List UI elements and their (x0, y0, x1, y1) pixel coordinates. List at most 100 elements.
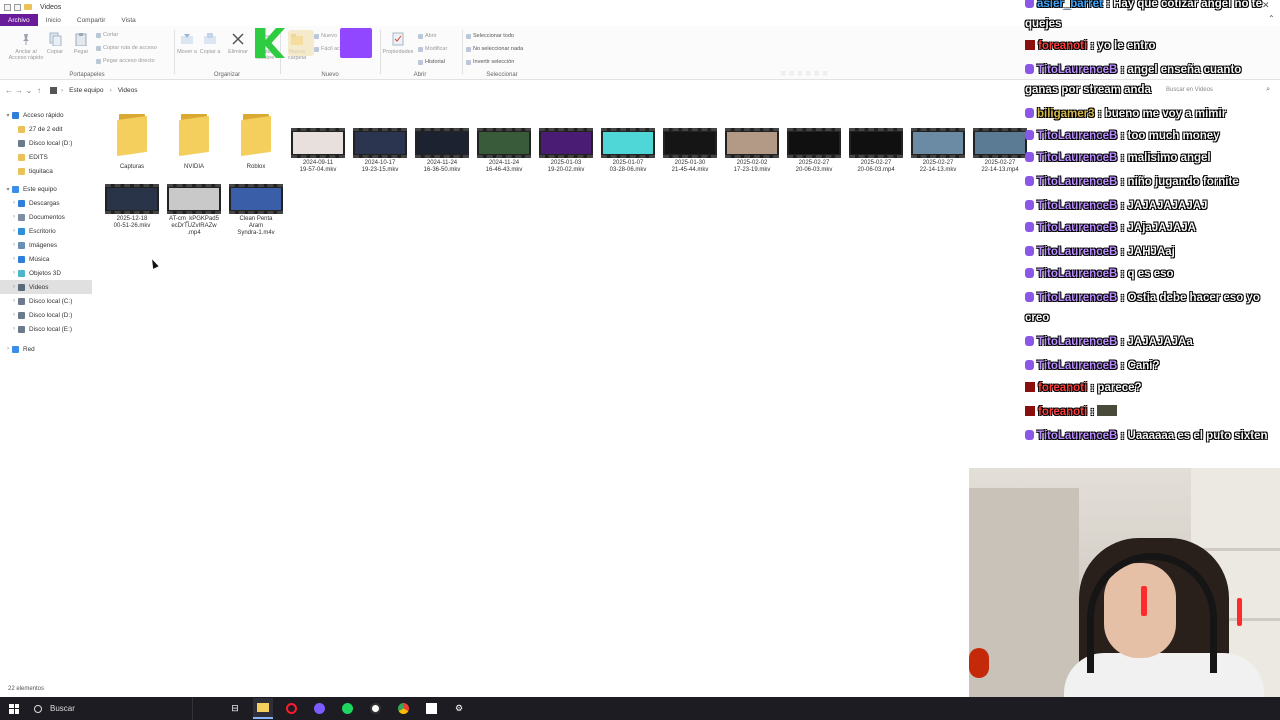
nav-item-im-genes[interactable]: › Imágenes (0, 238, 92, 252)
nav-item-documentos[interactable]: › Documentos (0, 210, 92, 224)
nav-item-videos[interactable]: › Videos (0, 280, 92, 294)
nav-item-27-de-2-edit[interactable]: 27 de 2 edit (0, 122, 92, 136)
nav-item-tiquitaca[interactable]: tiquitaca (0, 164, 92, 178)
nav-item-acceso-r-pido[interactable]: ▾ Acceso rápido (0, 108, 92, 122)
expand-chevron-icon[interactable]: › (10, 214, 18, 220)
expand-chevron-icon[interactable]: ▾ (4, 186, 12, 193)
invert-selection-button[interactable]: Invertir selección (466, 59, 514, 65)
video-file-item[interactable]: 2025-01-03 19-20-02.mkv (536, 100, 596, 174)
tab-archivo[interactable]: Archivo (0, 14, 38, 26)
expand-chevron-icon[interactable]: › (10, 298, 18, 304)
expand-chevron-icon[interactable]: › (10, 200, 18, 206)
video-file-item[interactable]: Clean Penta Aram Syndra-1.m4v (226, 156, 286, 237)
expand-chevron-icon[interactable]: › (10, 326, 18, 332)
chat-username: TitoLaurenceB (1037, 64, 1118, 76)
start-button[interactable] (0, 697, 28, 720)
up-arrow-icon[interactable]: ↑ (34, 86, 44, 95)
copy-to-button[interactable]: Copiar a (199, 32, 221, 55)
video-file-item[interactable]: 2025-01-30 21-45-44.mkv (660, 100, 720, 174)
nav-item-disco-local-d-[interactable]: Disco local (D:) (0, 136, 92, 150)
task-view-icon[interactable]: ⊟ (225, 698, 245, 719)
new-item-button[interactable]: Nuevo (314, 33, 337, 39)
store-icon[interactable] (421, 698, 441, 719)
close-icon[interactable]: ✕ (1262, 0, 1270, 11)
pin-quick-access-button[interactable]: Anclar al Acceso rápido (6, 32, 46, 61)
video-file-item[interactable]: AT-cm_kPGKPad5 ecDrTUZvIRAZw .mp4 (164, 156, 224, 237)
back-arrow-icon[interactable]: ← (4, 86, 14, 95)
video-file-item[interactable]: 2024-11-24 16-46-43.mkv (474, 100, 534, 174)
expand-chevron-icon[interactable]: › (4, 346, 12, 352)
file-explorer-taskbar-icon[interactable] (253, 698, 273, 719)
new-folder-quick-icon[interactable] (24, 4, 32, 10)
invert-selection-icon (466, 59, 471, 65)
tab-vista[interactable]: Vista (113, 14, 143, 26)
file-name: 2025-01-03 19-20-02.mkv (547, 160, 585, 173)
file-name: AT-cm_kPGKPad5 ecDrTUZvIRAZw .mp4 (169, 216, 219, 236)
expand-chevron-icon[interactable]: › (10, 242, 18, 248)
open-button[interactable]: Abrir (418, 33, 437, 39)
recent-chevron-icon[interactable]: ⌄ (24, 86, 34, 95)
properties-button[interactable]: Propiedades (380, 32, 416, 55)
breadcrumb-videos[interactable]: Videos (118, 87, 138, 94)
chevron-up-icon[interactable]: ⌃ (1268, 14, 1275, 23)
copy-button[interactable]: Copiar (44, 32, 66, 55)
nav-item-objetos-3d[interactable]: › Objetos 3D (0, 266, 92, 280)
nav-item-este-equipo[interactable]: ▾ Este equipo (0, 182, 92, 196)
forward-arrow-icon[interactable]: → (14, 86, 24, 95)
video-file-item[interactable]: 2024-11-24 16-36-50.mkv (412, 100, 472, 174)
obs-icon[interactable] (365, 698, 385, 719)
nav-item-descargas[interactable]: › Descargas (0, 196, 92, 210)
properties-quick-icon[interactable] (14, 3, 21, 11)
nav-item-red[interactable]: › Red (0, 342, 92, 356)
select-none-button[interactable]: No seleccionar nada (466, 46, 523, 52)
video-file-item[interactable]: 2025-02-27 20-06-03.mkv (784, 100, 844, 174)
file-name: 2025-01-07 03-28-06.mkv (609, 160, 647, 173)
nav-item-edits[interactable]: EDITS (0, 150, 92, 164)
pin-icon (23, 34, 29, 45)
expand-chevron-icon[interactable]: › (10, 312, 18, 318)
expand-chevron-icon[interactable]: › (10, 284, 18, 290)
nav-item-disco-local-d-[interactable]: › Disco local (D:) (0, 308, 92, 322)
delete-button[interactable]: Eliminar (226, 32, 250, 55)
move-to-button[interactable]: Mover a (176, 32, 198, 55)
spotify-icon[interactable] (337, 698, 357, 719)
video-file-item[interactable]: 2025-02-27 22-14-13.mp4 (970, 100, 1030, 174)
nav-item-disco-local-e-[interactable]: › Disco local (E:) (0, 322, 92, 336)
webcam-red-object (969, 648, 989, 678)
edit-button[interactable]: Modificar (418, 46, 447, 52)
video-file-item[interactable]: 2025-01-07 03-28-06.mkv (598, 100, 658, 174)
video-file-item[interactable]: 2025-02-02 17-23-19.mkv (722, 100, 782, 174)
expand-chevron-icon[interactable]: › (10, 228, 18, 234)
video-file-item[interactable]: 2025-02-27 20-06-03.mp4 (846, 100, 906, 174)
video-file-item[interactable]: 2025-02-27 22-14-13.mkv (908, 100, 968, 174)
cut-button[interactable]: Cortar (96, 32, 118, 38)
nav-item-disco-local-c-[interactable]: › Disco local (C:) (0, 294, 92, 308)
expand-chevron-icon[interactable]: › (10, 270, 18, 276)
paste-shortcut-button[interactable]: Pegar acceso directo (96, 58, 155, 64)
copy-icon (49, 32, 62, 46)
breadcrumb-este-equipo[interactable]: Este equipo (69, 87, 103, 94)
select-all-button[interactable]: Seleccionar todo (466, 33, 514, 39)
video-file-item[interactable]: 2024-09-11 19-57-04.mkv (288, 100, 348, 174)
window-menu-icon[interactable] (4, 3, 11, 11)
history-button[interactable]: Historial (418, 59, 445, 65)
tab-compartir[interactable]: Compartir (69, 14, 114, 26)
chrome-icon[interactable] (393, 698, 413, 719)
expand-chevron-icon[interactable]: › (10, 256, 18, 262)
app-icon[interactable] (309, 698, 329, 719)
folder-icon (239, 112, 273, 157)
nav-item-escritorio[interactable]: › Escritorio (0, 224, 92, 238)
video-file-item[interactable]: 2025-12-18 00-51-26.mkv (102, 156, 162, 230)
copy-path-button[interactable]: Copiar ruta de acceso (96, 45, 157, 51)
video-file-item[interactable]: 2024-10-17 19-23-15.mkv (350, 100, 410, 174)
nav-item-label: Documentos (29, 213, 65, 221)
paste-button[interactable]: Pegar (70, 32, 92, 55)
taskbar-search[interactable]: Buscar (28, 697, 193, 720)
settings-gear-icon[interactable]: ⚙ (449, 698, 469, 719)
tab-inicio[interactable]: Inicio (38, 14, 69, 26)
nav-item-label: Disco local (E:) (29, 325, 72, 333)
opera-icon[interactable] (281, 698, 301, 719)
expand-chevron-icon[interactable]: ▾ (4, 112, 12, 119)
nav-item-m-sica[interactable]: › Música (0, 252, 92, 266)
easy-access-button[interactable]: Fácil ac (314, 46, 340, 52)
